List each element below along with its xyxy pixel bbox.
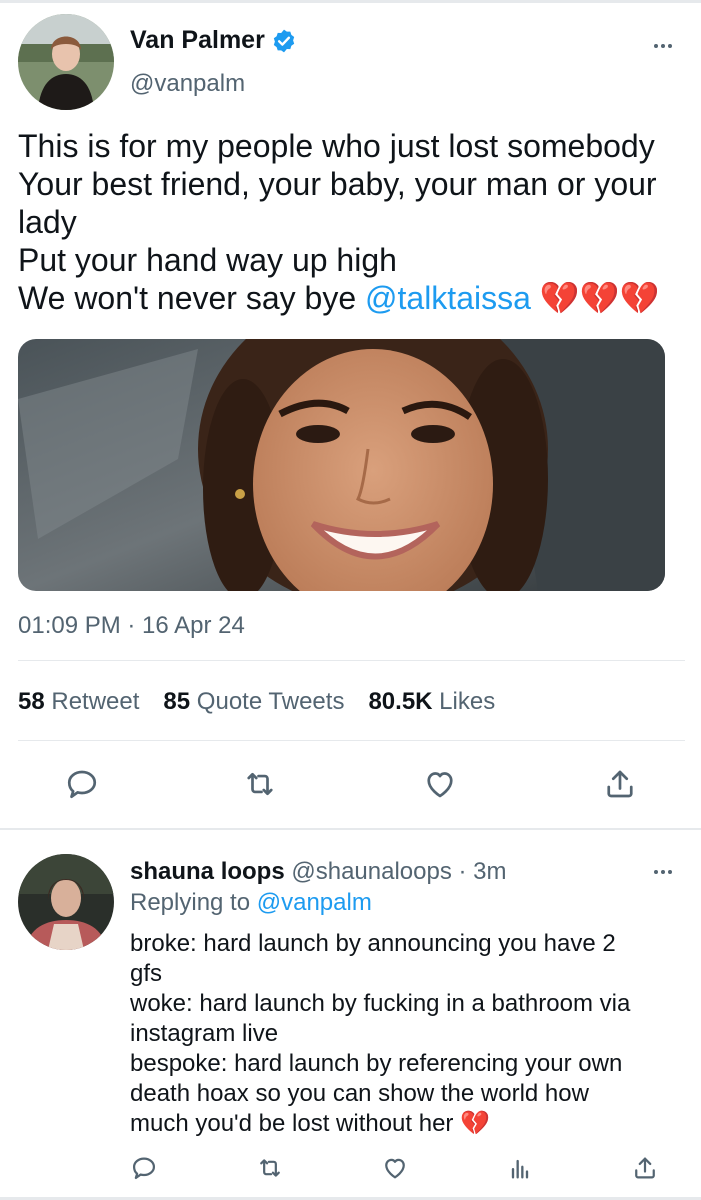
broken-heart-emoji: 💔: [460, 1110, 490, 1137]
reply-handle-time[interactable]: @shaunaloops · 3m: [291, 858, 506, 885]
retweet-icon[interactable]: [256, 1154, 284, 1182]
section-divider: [0, 828, 701, 830]
mention-link[interactable]: @talktaissa: [365, 280, 531, 316]
quotes-stat[interactable]: 85 Quote Tweets: [163, 688, 344, 716]
analytics-icon[interactable]: [506, 1154, 534, 1182]
tweet-line: This is for my people who just lost some…: [18, 128, 655, 164]
like-icon[interactable]: [381, 1154, 409, 1182]
retweet-icon[interactable]: [242, 766, 278, 802]
reply-icon[interactable]: [130, 1154, 158, 1182]
quotes-count: 85: [163, 688, 191, 715]
broken-heart-emoji: 💔💔💔: [539, 280, 660, 316]
share-icon[interactable]: [602, 766, 638, 802]
more-icon[interactable]: [654, 44, 672, 48]
reply-display-name[interactable]: shauna loops: [130, 858, 285, 885]
reply-icon[interactable]: [64, 766, 100, 802]
reply-header: shauna loops @shaunaloops · 3m: [130, 858, 507, 886]
quotes-label: Quote Tweets: [196, 688, 345, 715]
tweet-text: This is for my people who just lost some…: [18, 127, 688, 317]
share-icon[interactable]: [631, 1154, 659, 1182]
like-icon[interactable]: [422, 766, 458, 802]
replying-to: Replying to @vanpalm: [130, 889, 372, 917]
retweets-count: 58: [18, 688, 45, 715]
verified-icon: [271, 28, 297, 54]
retweets-stat[interactable]: 58 Retweet: [18, 688, 139, 716]
author-name-row: Van Palmer: [130, 26, 297, 55]
replying-to-label: Replying to: [130, 889, 251, 916]
tweet-line: Put your hand way up high: [18, 242, 397, 278]
retweets-label: Retweet: [51, 688, 140, 715]
reply-author-avatar[interactable]: [18, 854, 114, 950]
divider: [18, 660, 685, 661]
tweet-media-image[interactable]: [18, 339, 665, 591]
divider: [18, 740, 685, 741]
likes-label: Likes: [439, 688, 496, 715]
tweet-stats: 58 Retweet 85 Quote Tweets 80.5K Likes: [18, 688, 495, 716]
replying-to-handle[interactable]: @vanpalm: [257, 889, 372, 916]
tweet-line: lady: [18, 204, 77, 240]
author-display-name[interactable]: Van Palmer: [130, 26, 265, 55]
top-edge: [0, 0, 701, 3]
tweet-timestamp[interactable]: 01:09 PM · 16 Apr 24: [18, 612, 245, 640]
reply-text: broke: hard launch by announcing you hav…: [130, 929, 690, 1139]
likes-count: 80.5K: [368, 688, 433, 715]
reply-body: broke: hard launch by announcing you hav…: [130, 930, 631, 1137]
tweet-line: Your best friend, your baby, your man or…: [18, 166, 657, 202]
likes-stat[interactable]: 80.5K Likes: [368, 688, 495, 716]
tweet-line-prefix: We won't never say bye: [18, 280, 366, 316]
author-handle[interactable]: @vanpalm: [130, 70, 245, 98]
author-avatar[interactable]: [18, 14, 114, 110]
tweet-line-last: We won't never say bye @talktaissa 💔💔💔: [18, 279, 688, 317]
more-icon[interactable]: [654, 870, 672, 874]
